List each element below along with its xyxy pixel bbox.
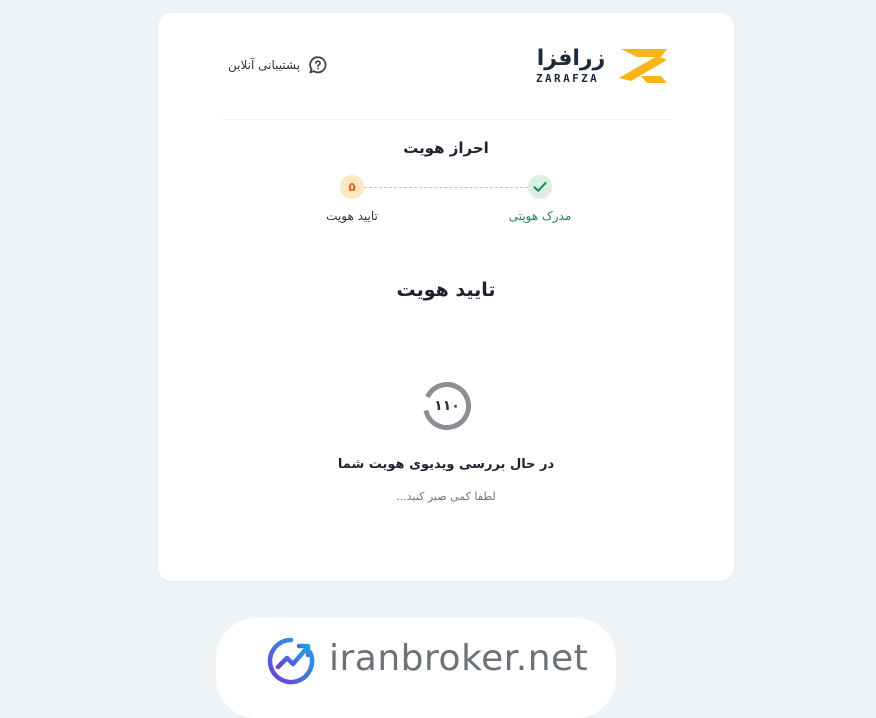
checkmark-icon <box>533 182 547 192</box>
watermark-text: iranbroker.net <box>329 638 589 679</box>
step-label-identity-verification: تایید هویت <box>326 209 378 223</box>
logo-english-text: ZARAFZA <box>536 72 600 85</box>
step-done-indicator <box>528 175 552 199</box>
identity-card: زرافزا ZARAFZA پشتیبانی آنلاین احراز هوی… <box>158 13 734 581</box>
step-label-identity-document: مدرک هویتی <box>508 209 572 223</box>
support-label: پشتیبانی آنلاین <box>228 58 301 72</box>
status-message: در حال بررسی ویدیوی هویت شما <box>337 457 555 472</box>
stepper-connector <box>364 187 528 188</box>
header-divider <box>222 119 670 120</box>
step-current-indicator: ۵ <box>340 175 364 199</box>
chat-question-icon <box>309 56 327 74</box>
stepper-title: احراز هویت <box>403 139 489 157</box>
online-support-button[interactable]: پشتیبانی آنلاین <box>228 55 328 75</box>
progress-stepper: ۵ مدرک هویتی تایید هویت <box>158 175 734 235</box>
page-heading: تایید هویت <box>396 279 496 301</box>
iranbroker-watermark: iranbroker.net <box>216 618 616 718</box>
timer-value: ۱۱۰ <box>434 398 460 414</box>
countdown-timer: ۱۱۰ <box>421 380 473 432</box>
logo-persian-text: زرافزا <box>536 46 606 71</box>
wait-hint: لطفا کمی صبر کنید... <box>396 490 496 503</box>
iranbroker-logo-icon <box>267 637 315 685</box>
zarafza-logo: زرافزا ZARAFZA <box>534 46 670 86</box>
zarafza-logo-mark-icon <box>619 49 667 83</box>
